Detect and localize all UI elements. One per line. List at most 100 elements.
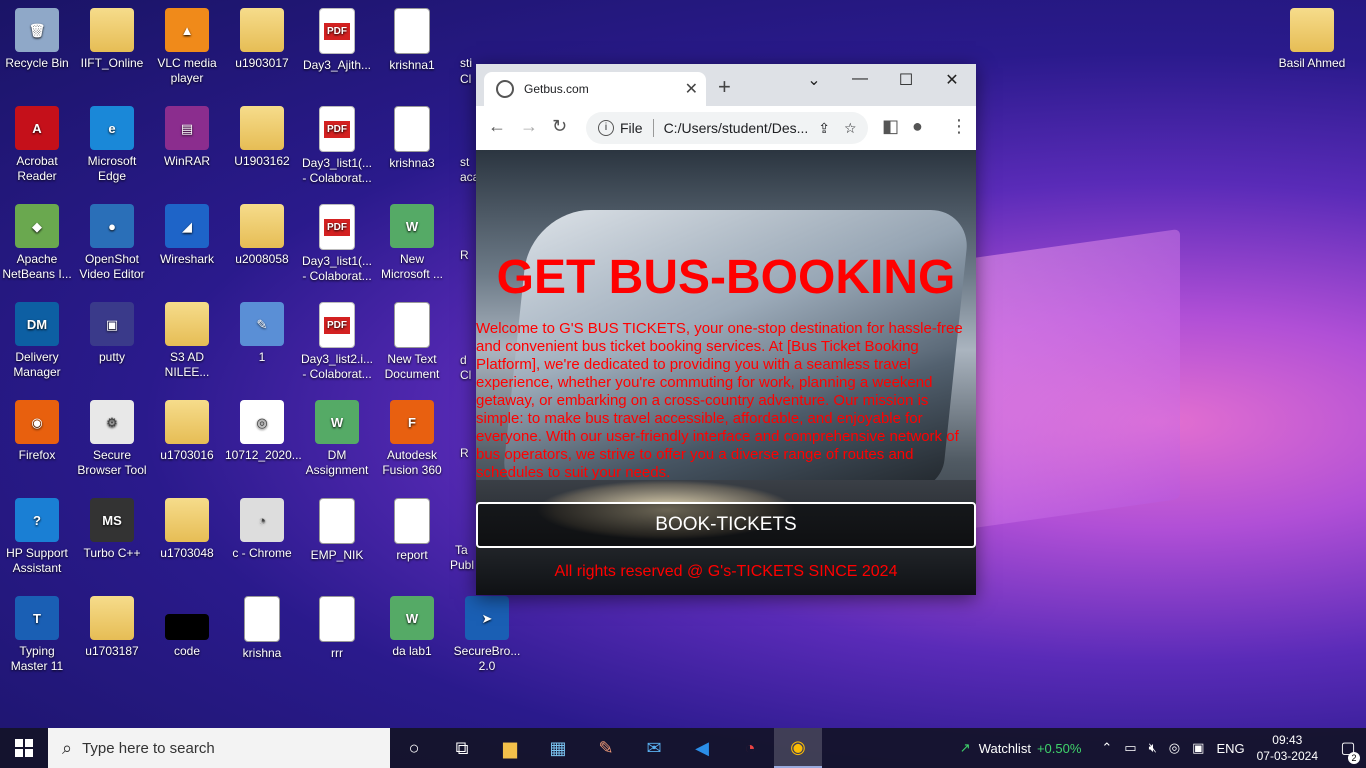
desktop-icon[interactable]: rrr [300, 596, 374, 661]
desktop-icon[interactable]: IIFT_Online [75, 8, 149, 71]
desktop-icon[interactable]: ● OpenShot Video Editor [75, 204, 149, 282]
desktop-icon[interactable]: ▣ putty [75, 302, 149, 365]
desktop-icon[interactable]: Wda lab1 [375, 596, 449, 659]
desktop-icon-label: Day3_Ajith... [302, 58, 372, 72]
desktop-icon-label: Microsoft Edge [87, 154, 137, 183]
desktop-icon[interactable]: EMP_NIK [300, 498, 374, 563]
forward-icon[interactable]: → [520, 116, 538, 137]
watchlist-widget[interactable]: ↗ Watchlist +0.50% [960, 740, 1082, 756]
desktop-icon[interactable]: DM Delivery Manager [0, 302, 74, 380]
camera-icon[interactable]: ◎ [1169, 740, 1180, 756]
tab-search-chevron-icon[interactable]: ⌄ [794, 70, 834, 90]
cortana-icon[interactable]: ○ [390, 728, 438, 768]
desktop-icon[interactable]: krishna1 [375, 8, 449, 73]
language-indicator[interactable]: ENG [1216, 741, 1244, 756]
site-info-icon[interactable]: i [598, 120, 614, 136]
pdf-badge: PDF [324, 120, 350, 138]
desktop-icon[interactable]: W DM Assignment [300, 400, 374, 478]
chrome-profile-icon[interactable]: ◔ [726, 728, 774, 768]
desktop-icon[interactable]: u1903017 [225, 8, 299, 71]
icon-symbol: ◆ [32, 218, 42, 234]
tab-close-icon[interactable]: ✕ [685, 79, 698, 99]
desktop-icon[interactable]: Basil Ahmed [1275, 8, 1349, 71]
tab-getbus[interactable]: Getbus.com ✕ [484, 72, 706, 106]
desktop-icon[interactable]: PDF Day3_list1(... - Colaborat... [300, 106, 374, 186]
desktop-icon[interactable]: u1703016 [150, 400, 224, 463]
bookmark-star-icon[interactable]: ☆ [844, 120, 857, 137]
network-icon[interactable]: ▭ [1124, 740, 1136, 756]
desktop-icon[interactable]: e Microsoft Edge [75, 106, 149, 184]
desktop-icon[interactable]: ▲ VLC media player [150, 8, 224, 86]
desktop-icon[interactable]: A Acrobat Reader [0, 106, 74, 184]
desktop-icon[interactable]: New Text Document [375, 302, 449, 382]
taskbar-search-box[interactable]: ⌕ Type here to search [48, 728, 390, 768]
desktop-icon[interactable]: ▤ WinRAR [150, 106, 224, 169]
desktop-icon[interactable]: ◆ Apache NetBeans I... [0, 204, 74, 282]
volume-muted-icon[interactable]: 🔇︎ [1149, 740, 1157, 756]
desktop-icon[interactable]: krishna3 [375, 106, 449, 171]
desktop-icon[interactable]: W New Microsoft ... [375, 204, 449, 282]
desktop-icon[interactable]: U1903162 [225, 106, 299, 169]
microsoft-store-icon[interactable]: ▦ [534, 728, 582, 768]
desktop-icon[interactable]: ✎ 1 [225, 302, 299, 365]
task-view-icon[interactable]: ⧉ [438, 728, 486, 768]
desktop-icon-label: Turbo C++ [83, 546, 141, 560]
address-bar[interactable]: i File C:/Users/student/Des... ⇪ ☆ [586, 112, 868, 144]
desktop-icon-partial-label[interactable]: Publ [450, 558, 474, 573]
display-icon[interactable]: ▣ [1192, 740, 1204, 756]
chrome-window[interactable]: Getbus.com ✕ + ⌄ — ☐ ✕ ← → ↻ i File C:/U… [476, 64, 976, 595]
desktop-icon[interactable]: ◔ c - Chrome [225, 498, 299, 561]
stock-chart-icon: ↗ [959, 740, 971, 755]
icon-symbol: ◔ [258, 512, 266, 528]
file-explorer-icon[interactable]: ▆ [486, 728, 534, 768]
pdf-badge: PDF [324, 218, 350, 236]
desktop-icon[interactable]: F Autodesk Fusion 360 [375, 400, 449, 478]
new-tab-button[interactable]: + [718, 74, 731, 100]
minimize-button[interactable]: — [840, 70, 880, 88]
desktop-icon[interactable]: u1703187 [75, 596, 149, 659]
desktop-icon[interactable]: S3 AD NILEE... [150, 302, 224, 380]
mail-icon[interactable]: ✉ [630, 728, 678, 768]
book-tickets-button[interactable]: BOOK-TICKETS [476, 502, 976, 548]
desktop-icon-partial-label[interactable]: Ta [455, 543, 475, 558]
desktop-icon[interactable]: u2008058 [225, 204, 299, 267]
desktop-icon-label: Secure Browser Tool [77, 448, 147, 477]
maximize-button[interactable]: ☐ [886, 70, 926, 90]
desktop-icon[interactable]: T Typing Master 11 [0, 596, 74, 674]
share-icon[interactable]: ⇪ [818, 120, 830, 137]
back-icon[interactable]: ← [488, 116, 506, 137]
desktop-icon[interactable]: ◉ Firefox [0, 400, 74, 463]
desktop-icon[interactable]: PDF Day3_Ajith... [300, 8, 374, 73]
desktop-icon[interactable]: report [375, 498, 449, 563]
desktop-icon-label: New Microsoft ... [380, 252, 443, 281]
side-panel-icon[interactable]: ◧ [882, 116, 899, 137]
desktop-icon[interactable]: 🗑 Recycle Bin [0, 8, 74, 71]
desktop-icon-glyph: W [315, 400, 359, 444]
desktop-icon[interactable]: PDF Day3_list1(... - Colaborat... [300, 204, 374, 284]
menu-kebab-icon[interactable]: ⋮ [950, 116, 968, 137]
paint-icon[interactable]: ✎ [582, 728, 630, 768]
profile-avatar-icon[interactable]: ● [912, 116, 923, 137]
desktop-icon[interactable]: krishna [225, 596, 299, 661]
desktop-icon-label: krishna3 [389, 156, 435, 170]
vscode-icon[interactable]: ◀ [678, 728, 726, 768]
notification-center-icon[interactable]: ▢ 2 [1330, 738, 1366, 764]
desktop-icon-label: Day3_list1(... - Colaborat... [301, 156, 373, 185]
desktop-icon-label: DM Assignment [305, 448, 369, 477]
desktop-icon[interactable]: code [150, 596, 224, 659]
start-button[interactable] [0, 728, 48, 768]
desktop-icon[interactable]: MS Turbo C++ [75, 498, 149, 561]
desktop-icon-glyph [90, 8, 134, 52]
desktop-icon[interactable]: ⚙ Secure Browser Tool [75, 400, 149, 478]
chevron-up-icon[interactable]: ⌃ [1101, 740, 1112, 756]
desktop-icon[interactable]: ? HP Support Assistant [0, 498, 74, 576]
desktop-icon[interactable]: ➤ SecureBro... 2.0 [450, 596, 524, 674]
desktop-icon[interactable]: ◎ 10712_2020... [225, 400, 302, 463]
close-window-button[interactable]: ✕ [932, 70, 972, 90]
desktop-icon[interactable]: ◢ Wireshark [150, 204, 224, 267]
chrome-taskbar-icon[interactable]: ◉ [774, 728, 822, 768]
clock[interactable]: 09:43 07-03-2024 [1257, 732, 1318, 764]
desktop-icon[interactable]: PDF Day3_list2.i... - Colaborat... [300, 302, 374, 382]
reload-icon[interactable]: ↻ [552, 116, 567, 137]
desktop-icon[interactable]: u1703048 [150, 498, 224, 561]
